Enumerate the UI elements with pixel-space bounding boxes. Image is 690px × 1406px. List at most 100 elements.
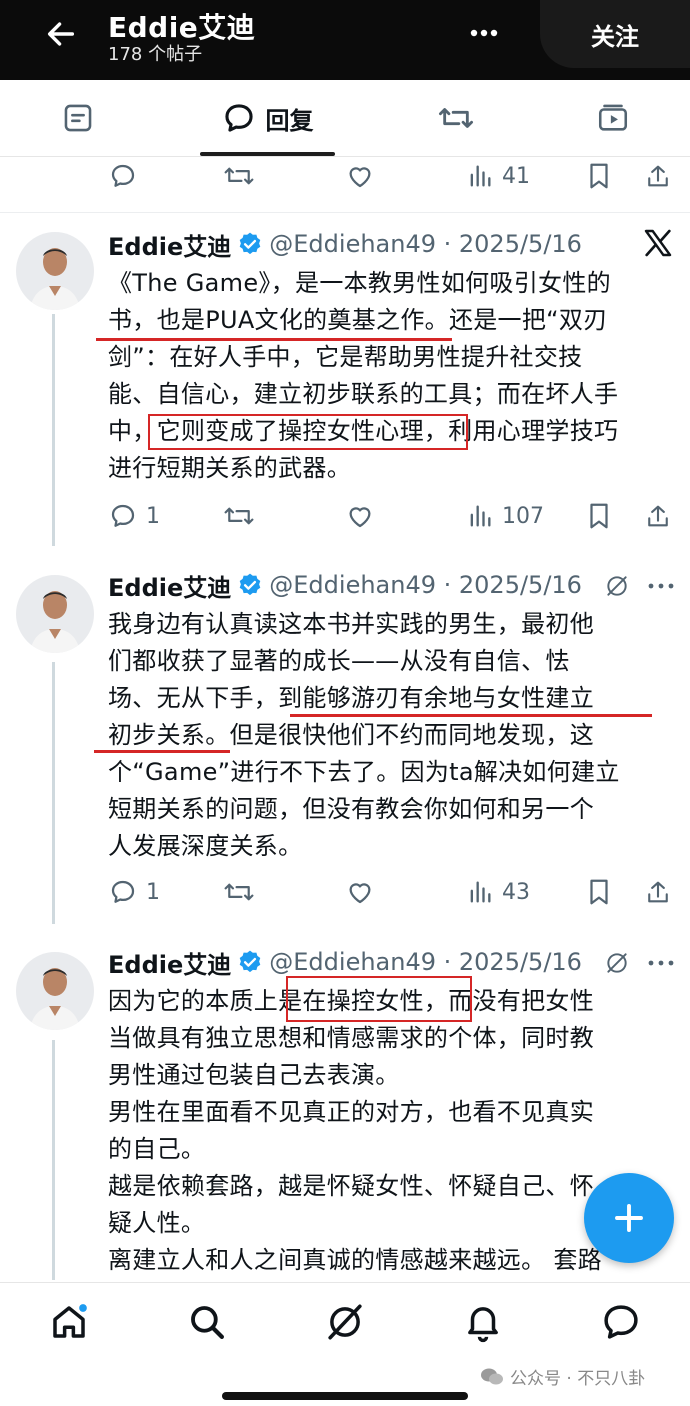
messages-icon[interactable] <box>600 1301 642 1343</box>
author-name[interactable]: Eddie艾迪 <box>108 568 231 603</box>
red-underline-annotation <box>290 714 652 717</box>
like-button[interactable] <box>344 496 376 536</box>
back-arrow-icon[interactable] <box>44 17 78 51</box>
tweet-header: Eddie艾迪 @Eddiehan49 · 2025/5/16 <box>108 227 582 261</box>
reply-icon <box>111 164 135 187</box>
divider <box>0 212 690 213</box>
avatar-image <box>16 232 94 310</box>
reply-bubble-icon <box>224 104 253 132</box>
more-options-icon[interactable] <box>646 958 676 968</box>
reply-icon <box>111 880 135 903</box>
text-line: 男性通过包装自己去表演。 <box>108 1061 400 1089</box>
repost-button[interactable] <box>222 156 256 196</box>
author-name[interactable]: Eddie艾迪 <box>108 945 231 980</box>
author-handle-date: @Eddiehan49 · 2025/5/16 <box>269 948 582 976</box>
share-icon <box>648 881 668 903</box>
tab-reposts[interactable] <box>418 80 494 156</box>
like-button[interactable] <box>344 156 376 196</box>
home-icon[interactable] <box>48 1301 90 1343</box>
repost-icon <box>439 108 474 128</box>
home-indicator <box>222 1392 468 1400</box>
bookmark-button[interactable] <box>586 872 612 912</box>
compose-button[interactable] <box>584 1173 674 1263</box>
text-line: 能、自信心，建立初步联系的工具；而在坏人手 <box>108 380 619 408</box>
tab-media[interactable] <box>575 80 651 156</box>
more-options-icon[interactable] <box>646 581 676 591</box>
reply-icon <box>111 504 135 527</box>
avatar[interactable] <box>16 232 94 310</box>
repost-button[interactable] <box>222 496 256 536</box>
text-line: 们都收获了显著的成长——从没有自信、怯 <box>108 647 570 675</box>
repost-icon <box>224 167 254 185</box>
repost-button[interactable] <box>222 872 256 912</box>
share-icon <box>648 165 668 187</box>
share-button[interactable] <box>644 156 672 196</box>
views-button[interactable]: 107 <box>466 496 544 536</box>
red-underline-annotation <box>96 338 452 341</box>
share-button[interactable] <box>644 872 672 912</box>
grok-icon[interactable] <box>604 573 630 599</box>
reply-button[interactable] <box>108 156 138 196</box>
text-line: 进行短期关系的武器。 <box>108 454 351 482</box>
verified-badge-icon <box>239 232 261 255</box>
tab-posts[interactable] <box>40 80 116 156</box>
bookmark-icon <box>590 163 608 189</box>
repost-icon <box>224 507 254 525</box>
tweet-actions: 1 107 <box>0 496 690 536</box>
wechat-icon <box>481 1368 503 1384</box>
text-line: 当做具有独立思想和情感需求的个体，同时教 <box>108 1024 594 1052</box>
views-chart-icon <box>470 881 491 903</box>
views-count: 41 <box>502 163 530 189</box>
heart-icon <box>349 167 371 188</box>
views-button[interactable]: 43 <box>466 872 530 912</box>
avatar[interactable] <box>16 952 94 1030</box>
avatar-image <box>16 575 94 653</box>
grok-icon[interactable] <box>324 1301 366 1343</box>
tweet-text: 我身边有认真读这本书并实践的男生，最初他 们都收获了显著的成长——从没有自信、怯… <box>108 606 668 865</box>
text-line: 的自己。 <box>108 1135 206 1163</box>
heart-icon <box>349 883 371 904</box>
reply-count: 1 <box>146 879 160 905</box>
watermark: 公众号 · 不只八卦 <box>480 1364 645 1389</box>
heart-icon <box>349 507 371 528</box>
profile-header: Eddie艾迪 178 个帖子 关注 <box>0 0 690 80</box>
views-button[interactable]: 41 <box>466 156 530 196</box>
author-handle-date: @Eddiehan49 · 2025/5/16 <box>269 230 582 258</box>
text-line: 人发展深度关系。 <box>108 832 303 860</box>
search-icon[interactable] <box>186 1301 228 1343</box>
thread-connector <box>52 1040 55 1280</box>
bookmark-icon <box>590 503 608 529</box>
tweet-actions: 1 43 <box>0 872 690 912</box>
profile-tabs: 回复 <box>0 80 690 157</box>
text-line: 我身边有认真读这本书并实践的男生，最初他 <box>108 610 594 638</box>
verified-badge-icon <box>239 573 261 596</box>
reply-button[interactable]: 1 <box>108 496 160 536</box>
red-box-annotation <box>148 414 468 450</box>
notifications-bell-icon[interactable] <box>462 1301 504 1343</box>
bookmark-button[interactable] <box>586 156 612 196</box>
share-button[interactable] <box>644 496 672 536</box>
bookmark-button[interactable] <box>586 496 612 536</box>
grok-icon[interactable] <box>604 950 630 976</box>
tweet-text: 因为它的本质上是在操控女性，而没有把女性 当做具有独立思想和情感需求的个体，同时… <box>108 983 668 1279</box>
tweet-actions: 41 <box>0 156 690 196</box>
text-line: 短期关系的问题，但没有教会你如何和另一个 <box>108 795 594 823</box>
x-logo-icon[interactable] <box>642 227 674 259</box>
avatar-image <box>16 952 94 1030</box>
avatar[interactable] <box>16 575 94 653</box>
reply-button[interactable]: 1 <box>108 872 160 912</box>
more-options-icon[interactable] <box>462 18 506 48</box>
text-line: 剑”：在好人手中，它是帮助男性提升社交技 <box>108 343 583 371</box>
text-line: 越是依赖套路，越是怀疑女性、怀疑自己、怀 <box>108 1172 594 1200</box>
author-name[interactable]: Eddie艾迪 <box>108 227 231 262</box>
red-box-annotation <box>286 976 472 1022</box>
like-button[interactable] <box>344 872 376 912</box>
views-count: 43 <box>502 879 530 905</box>
verified-badge-icon <box>239 950 261 973</box>
follow-button[interactable]: 关注 <box>540 0 690 68</box>
author-handle-date: @Eddiehan49 · 2025/5/16 <box>269 571 582 599</box>
text-line: 初步关系。但是很快他们不约而同地发现，这 <box>108 721 594 749</box>
text-line: 《The Game》，是一本教男性如何吸引女性的 <box>108 269 611 297</box>
repost-icon <box>224 883 254 901</box>
tab-replies[interactable]: 回复 <box>200 80 335 156</box>
